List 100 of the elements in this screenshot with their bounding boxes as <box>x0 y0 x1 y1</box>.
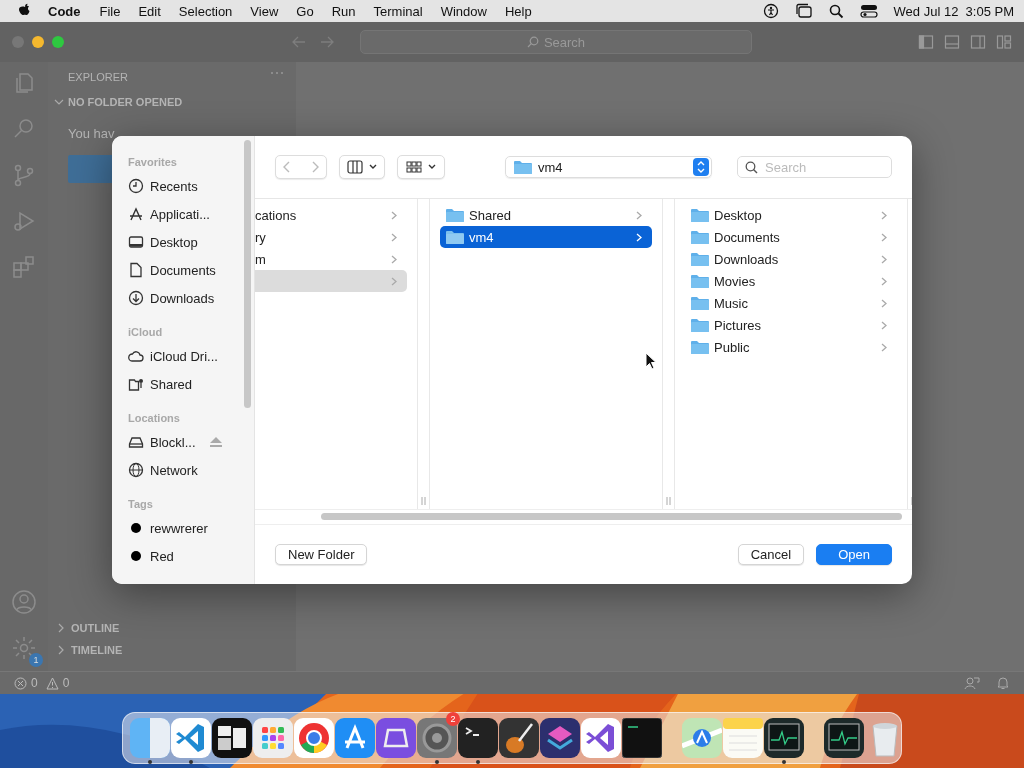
menu-item[interactable]: Go <box>287 3 323 19</box>
sidebar-item[interactable]: iCloud Dri... <box>128 342 254 370</box>
menu-item[interactable]: Terminal <box>364 3 432 19</box>
resize-handle-icon[interactable] <box>666 497 671 505</box>
custom-layout-icon[interactable] <box>996 34 1012 50</box>
sidebar-item[interactable]: Shared <box>128 370 254 398</box>
browser-row[interactable]: m <box>255 248 407 270</box>
browser-row[interactable]: Downloads <box>685 248 897 270</box>
ring-icon[interactable] <box>294 718 334 758</box>
map-icon[interactable] <box>682 718 722 758</box>
settings-icon[interactable] <box>11 635 37 661</box>
monitor-icon[interactable] <box>824 718 864 758</box>
accessibility-icon[interactable] <box>762 3 779 19</box>
menu-item[interactable]: Help <box>495 3 541 19</box>
menu-item[interactable]: File <box>90 3 130 19</box>
folder-button[interactable] <box>68 155 112 183</box>
columns-icon <box>347 160 363 174</box>
terminal-icon[interactable] <box>458 718 498 758</box>
folder-icon <box>691 230 709 244</box>
more-icon[interactable] <box>270 71 284 75</box>
view-mode-button[interactable] <box>339 155 385 179</box>
chevron-down-icon <box>54 97 64 107</box>
monitor-icon[interactable] <box>764 718 804 758</box>
group-button[interactable] <box>397 155 445 179</box>
panel-layout-icon[interactable] <box>944 34 960 50</box>
chevron-right-icon <box>56 645 66 655</box>
cancel-button[interactable]: Cancel <box>737 544 805 565</box>
menu-item[interactable]: View <box>241 3 288 19</box>
caret-icon <box>428 164 436 170</box>
ribbon-icon[interactable] <box>581 718 621 758</box>
sidebar-item[interactable]: Recents <box>128 172 254 200</box>
menu-item[interactable]: Edit <box>129 3 170 19</box>
guitar-icon[interactable] <box>499 718 539 758</box>
running-indicator <box>435 760 439 764</box>
browser-row[interactable]: ry <box>255 226 407 248</box>
chevron-right-icon <box>636 210 642 220</box>
browser-row[interactable]: Public <box>685 336 897 358</box>
layers-icon[interactable] <box>540 718 580 758</box>
compass-icon[interactable] <box>335 718 375 758</box>
sidebar-heading: Tags <box>128 497 154 512</box>
back-forward-control[interactable] <box>275 155 327 179</box>
minimize-button[interactable] <box>32 36 44 48</box>
sidebar-item[interactable]: Downloads <box>128 284 254 312</box>
split-layout-icon[interactable] <box>970 34 986 50</box>
gear-icon[interactable] <box>417 718 457 758</box>
sidebar-item[interactable]: Blockl... <box>128 428 254 456</box>
windows-icon[interactable] <box>212 718 252 758</box>
chevron-right-icon <box>881 298 887 308</box>
scrollbar-thumb[interactable] <box>321 513 902 520</box>
search-icon[interactable] <box>828 3 844 19</box>
tray-icon[interactable] <box>376 718 416 758</box>
browser-row[interactable]: Music <box>685 292 897 314</box>
sidebar-item[interactable]: rewwrerer <box>128 514 254 542</box>
chevron-right-icon <box>391 254 397 264</box>
menu-item[interactable]: Run <box>322 3 365 19</box>
sidebar-heading: iCloud <box>128 325 164 340</box>
menu-item[interactable]: Window <box>431 3 496 19</box>
browser-row[interactable]: Pictures <box>685 314 897 336</box>
account-icon[interactable] <box>11 589 37 615</box>
menu-item[interactable]: Selection <box>169 3 242 19</box>
stepper-icon <box>693 158 709 176</box>
tag-dot <box>131 523 141 533</box>
browser-row[interactable]: cations <box>255 204 407 226</box>
open-button[interactable]: Open <box>816 544 892 565</box>
sidebar-item[interactable]: Red <box>128 542 254 570</box>
chevron-right-icon <box>881 254 887 264</box>
menu-item[interactable]: Code <box>32 3 91 19</box>
browser-row[interactable]: Documents <box>685 226 897 248</box>
search-field[interactable]: Search <box>737 156 892 178</box>
scrollbar-thumb[interactable] <box>244 140 251 408</box>
eject-icon[interactable] <box>209 437 222 447</box>
toggles-icon[interactable] <box>859 4 878 18</box>
forward-arrow-icon[interactable] <box>320 36 334 48</box>
error-icon[interactable] <box>14 676 27 690</box>
bell-icon[interactable] <box>996 676 1010 690</box>
location-popup[interactable]: vm4 <box>505 156 712 178</box>
browser-row[interactable]: Movies <box>685 270 897 292</box>
warning-icon[interactable] <box>45 676 59 690</box>
back-arrow-icon[interactable] <box>292 36 306 48</box>
sidebar-item[interactable]: Network <box>128 456 254 484</box>
feedback-icon[interactable] <box>964 676 980 690</box>
chevron-right-icon <box>881 210 887 220</box>
folder-icon <box>691 208 709 222</box>
menubar-clock[interactable]: Wed Jul 12 3:05 PM <box>893 3 1014 19</box>
browser-row[interactable]: Shared <box>440 204 652 226</box>
browser-row[interactable]: vm4 <box>440 226 652 248</box>
new-folder-button[interactable]: New Folder <box>275 544 368 565</box>
sidebar-layout-icon[interactable] <box>918 34 934 50</box>
chevron-right-icon <box>881 320 887 330</box>
extensions-icon[interactable] <box>11 254 37 280</box>
zoom-button[interactable] <box>52 36 64 48</box>
sidebar-item[interactable]: Desktop <box>128 228 254 256</box>
ribbon-icon[interactable] <box>171 718 211 758</box>
windows-icon[interactable] <box>794 3 813 19</box>
cloud-icon <box>128 348 144 364</box>
resize-handle-icon[interactable] <box>421 497 426 505</box>
browser-row[interactable]: Desktop <box>685 204 897 226</box>
sidebar-item[interactable]: Applicati... <box>128 200 254 228</box>
sidebar-item[interactable]: Documents <box>128 256 254 284</box>
running-indicator <box>148 760 152 764</box>
